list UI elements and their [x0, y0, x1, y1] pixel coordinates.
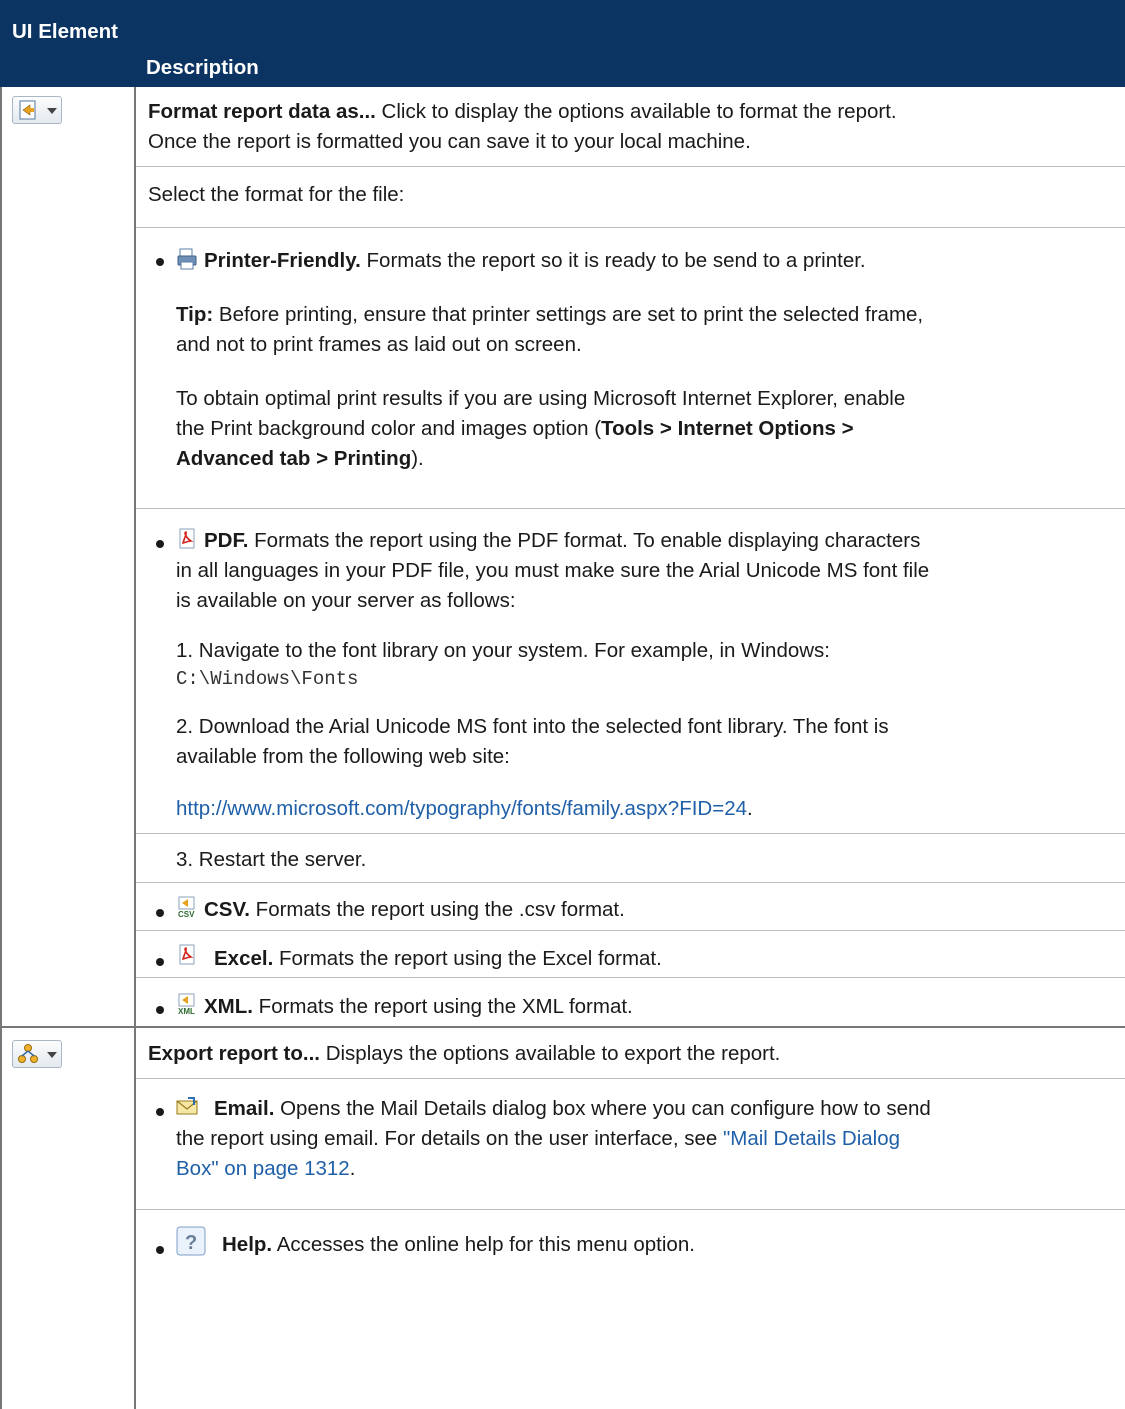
obtain-line-2: the Print background color and images op… — [176, 414, 854, 444]
xml-text: Formats the report using the XML format. — [258, 995, 633, 1018]
xml-icon: XML — [178, 993, 195, 1015]
bullet — [156, 909, 164, 917]
excel-line: Excel. Formats the report using the Exce… — [214, 944, 662, 974]
tip-text: Before printing, ensure that printer set… — [218, 303, 924, 326]
header-description: Description — [146, 56, 259, 79]
menu-path-2: Advanced tab > Printing — [176, 447, 412, 470]
printer-text: Formats the report so it is ready to be … — [366, 249, 866, 272]
svg-text:?: ? — [185, 1232, 197, 1254]
font-download-link[interactable]: http://www.microsoft.com/typography/font… — [176, 797, 747, 820]
pdf-icon — [179, 528, 195, 549]
obtain-line-3: Advanced tab > Printing). — [176, 444, 424, 474]
format-report-icon — [19, 100, 36, 120]
font-url-line: http://www.microsoft.com/typography/font… — [176, 794, 753, 824]
bullet — [156, 958, 164, 966]
email-icon — [176, 1097, 198, 1115]
email-end: . — [349, 1157, 356, 1180]
obtain-line-1: To obtain optimal print results if you a… — [176, 387, 906, 410]
divider — [136, 1209, 1125, 1210]
chevron-down-icon — [47, 1052, 57, 1058]
step-3: 3. Restart the server. — [176, 848, 367, 871]
format-title-line: Format report data as... Click to displa… — [148, 97, 897, 127]
format-text-2: Once the report is formatted you can sav… — [148, 130, 751, 153]
pdf-line-3: is available on your server as follows: — [176, 589, 516, 612]
mail-details-link-2[interactable]: Box" on page 1312 — [176, 1157, 350, 1180]
bullet — [156, 1108, 164, 1116]
step-1: 1. Navigate to the font library on your … — [176, 639, 830, 662]
pdf-title: PDF. — [204, 529, 249, 552]
obtain-text: the Print background color and images op… — [176, 417, 602, 440]
printer-title: Printer-Friendly. — [204, 249, 361, 272]
divider — [136, 833, 1125, 834]
help-line: Help. Accesses the online help for this … — [222, 1230, 695, 1260]
excel-text: Formats the report using the Excel forma… — [278, 947, 662, 970]
xml-line: XML. Formats the report using the XML fo… — [204, 992, 633, 1022]
divider — [136, 1078, 1125, 1079]
step-2: 2. Download the Arial Unicode MS font in… — [176, 715, 889, 738]
format-title: Format report data as... — [148, 100, 376, 123]
pdf-line-2: in all languages in your PDF file, you m… — [176, 559, 930, 582]
email-title: Email. — [214, 1097, 275, 1120]
divider — [136, 882, 1125, 883]
csv-title: CSV. — [204, 898, 250, 921]
tip-label: Tip: — [176, 303, 214, 326]
step-2-b: available from the following web site: — [176, 745, 510, 768]
fonts-path: C:\Windows\Fonts — [176, 668, 359, 690]
obtain-end: ). — [411, 447, 424, 470]
divider — [136, 977, 1125, 978]
email-line-3: Box" on page 1312. — [176, 1154, 355, 1184]
email-text-2: the report using email. For details on t… — [176, 1127, 718, 1150]
tip-line-1: Tip: Before printing, ensure that printe… — [176, 300, 923, 330]
export-report-dropdown[interactable] — [12, 1040, 62, 1068]
divider — [136, 227, 1125, 228]
export-title-line: Export report to... Displays the options… — [148, 1039, 780, 1069]
help-icon: ? — [176, 1226, 206, 1256]
tip-line-2: and not to print frames as laid out on s… — [176, 333, 582, 356]
email-line-1: Email. Opens the Mail Details dialog box… — [214, 1094, 931, 1124]
format-text: Click to display the options available t… — [381, 100, 897, 123]
svg-text:CSV: CSV — [178, 910, 195, 918]
bullet — [156, 540, 164, 548]
export-report-icon — [18, 1044, 38, 1063]
column-divider — [134, 87, 136, 1409]
excel-title: Excel. — [214, 947, 274, 970]
header-ui-element: UI Element — [12, 20, 118, 43]
bullet — [156, 1006, 164, 1014]
menu-path-1: Tools > Internet Options > — [601, 417, 854, 440]
csv-icon: CSV — [178, 896, 195, 918]
svg-text:XML: XML — [178, 1007, 195, 1015]
csv-text: Formats the report using the .csv format… — [255, 898, 625, 921]
select-format-text: Select the format for the file: — [148, 183, 405, 206]
pdf-text: Formats the report using the PDF format.… — [254, 529, 921, 552]
help-text: Accesses the online help for this menu o… — [276, 1233, 695, 1256]
format-report-dropdown[interactable] — [12, 96, 62, 124]
email-text: Opens the Mail Details dialog box where … — [280, 1097, 931, 1120]
printer-icon — [177, 248, 197, 270]
url-end: . — [747, 797, 753, 820]
excel-icon — [179, 944, 195, 965]
mail-details-link[interactable]: "Mail Details Dialog — [723, 1127, 900, 1150]
divider — [136, 930, 1125, 931]
table-left-border — [0, 87, 2, 1409]
printer-line: Printer-Friendly. Formats the report so … — [204, 246, 866, 276]
pdf-line-1: PDF. Formats the report using the PDF fo… — [204, 526, 920, 556]
row-divider — [0, 1026, 1125, 1028]
divider — [136, 508, 1125, 509]
email-line-2: the report using email. For details on t… — [176, 1124, 900, 1154]
xml-title: XML. — [204, 995, 253, 1018]
export-title: Export report to... — [148, 1042, 320, 1065]
csv-line: CSV. Formats the report using the .csv f… — [204, 895, 625, 925]
bullet — [156, 1246, 164, 1254]
divider — [136, 166, 1125, 167]
help-title: Help. — [222, 1233, 273, 1256]
table-header: UI Element Description — [0, 0, 1125, 87]
bullet — [156, 258, 164, 266]
chevron-down-icon — [47, 108, 57, 114]
export-text: Displays the options available to export… — [325, 1042, 781, 1065]
